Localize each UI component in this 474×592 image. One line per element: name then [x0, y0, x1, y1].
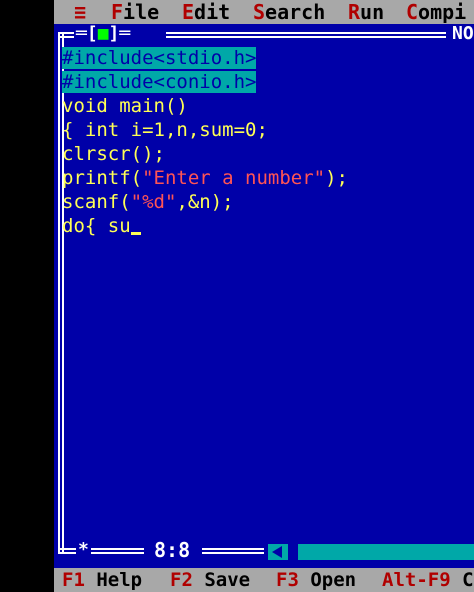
- turbo-c-screen: ≡ File Edit Search Run Compi ═[■]═ NO #i…: [0, 0, 474, 592]
- help-f1[interactable]: F1 Help: [62, 568, 142, 592]
- code-text: ;: [256, 119, 268, 141]
- menu-search[interactable]: Search: [253, 0, 325, 24]
- function-key-bar: F1 Help F2 Save F3 Open Alt-F9 C: [54, 568, 474, 592]
- scroll-left-arrow-icon[interactable]: [268, 544, 288, 560]
- code-line: { int i=1,n,sum=0;: [62, 118, 474, 142]
- code-line: printf("Enter a number");: [62, 166, 474, 190]
- system-menu-icon[interactable]: ≡: [74, 0, 86, 24]
- menu-compile-hotkey: C: [406, 0, 419, 24]
- modified-indicator: *: [76, 539, 91, 560]
- close-icon: ■: [97, 24, 109, 44]
- f3-key: F3: [276, 569, 299, 591]
- menu-edit-label: dit: [194, 0, 231, 24]
- help-alt-f9[interactable]: Alt-F9 C: [382, 568, 474, 592]
- code-line: #include<conio.h>: [62, 70, 474, 94]
- code-line: do{ su: [62, 214, 474, 238]
- cursor-position: 8:8: [154, 538, 191, 562]
- menu-file-label: ile: [123, 0, 160, 24]
- code-line: scanf("%d",&n);: [62, 190, 474, 214]
- close-box-left: ═[: [76, 24, 98, 44]
- scrollbar-thumb[interactable]: [288, 544, 298, 560]
- string-literal: "Enter a number": [142, 167, 326, 189]
- menu-compile-label: ompi: [418, 0, 467, 24]
- code-line: clrscr();: [62, 143, 165, 165]
- alt-f9-key: Alt-F9: [382, 569, 451, 591]
- text-cursor: [130, 232, 141, 235]
- menu-bar: ≡ File Edit Search Run Compi: [54, 0, 474, 24]
- window-frame-top-right: [166, 32, 446, 38]
- horizontal-scrollbar[interactable]: [268, 544, 474, 560]
- code-text: printf(: [62, 167, 143, 189]
- f3-label: Open: [310, 569, 357, 591]
- menu-search-label: earch: [265, 0, 326, 24]
- alt-f9-label: C: [462, 569, 474, 591]
- menu-run-label: un: [360, 0, 385, 24]
- code-text: );: [325, 167, 348, 189]
- menu-compile[interactable]: Compi: [406, 0, 466, 24]
- window-frame-bottom-left: [58, 548, 144, 554]
- menu-run[interactable]: Run: [348, 0, 384, 24]
- selected-text: #include<conio.h>: [62, 71, 257, 93]
- help-f2[interactable]: F2 Save: [170, 568, 250, 592]
- f1-label: Help: [96, 569, 143, 591]
- menu-edit[interactable]: Edit: [182, 0, 230, 24]
- screen-bezel: [0, 0, 54, 592]
- f1-key: F1: [62, 569, 85, 591]
- f2-key: F2: [170, 569, 193, 591]
- menu-file[interactable]: File: [111, 0, 159, 24]
- code-text: ,&n);: [176, 191, 234, 213]
- code-line: void main(): [62, 95, 188, 117]
- code-text: { int i=1,n,sum=: [62, 119, 246, 141]
- number-literal: 0: [245, 119, 257, 141]
- window-close-box[interactable]: ═[■]═: [76, 24, 130, 44]
- code-area[interactable]: #include<stdio.h> #include<conio.h> void…: [62, 46, 474, 238]
- code-text: do{ su: [62, 215, 131, 237]
- code-text: scanf(: [62, 191, 131, 213]
- close-box-right: ]═: [108, 24, 131, 44]
- menu-file-hotkey: F: [111, 0, 124, 24]
- selected-text: #include<stdio.h>: [62, 47, 257, 69]
- code-line: #include<stdio.h>: [62, 46, 474, 70]
- window-title: NO: [452, 24, 474, 44]
- editor-window[interactable]: ═[■]═ NO #include<stdio.h> #include<coni…: [54, 24, 474, 568]
- menu-edit-hotkey: E: [182, 0, 195, 24]
- window-frame-bottom-mid: [202, 548, 264, 554]
- string-literal: "%d": [130, 191, 177, 213]
- menu-search-hotkey: S: [253, 0, 266, 24]
- menu-run-hotkey: R: [348, 0, 361, 24]
- help-f3[interactable]: F3 Open: [276, 568, 356, 592]
- f2-label: Save: [204, 569, 251, 591]
